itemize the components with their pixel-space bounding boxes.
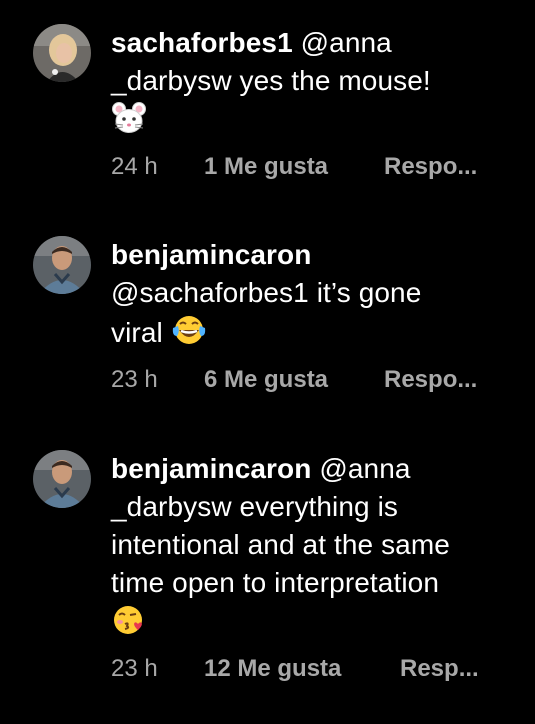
comment-meta: 23 h 6 Me gusta Respo... <box>111 363 521 397</box>
mention[interactable]: @anna <box>319 453 410 484</box>
tears-of-joy-icon <box>171 312 207 348</box>
comment-text: intentional and at the same <box>111 529 450 560</box>
comment-text: viral <box>111 317 163 348</box>
profile-photo-icon <box>33 236 91 294</box>
username[interactable]: benjamincaron <box>111 453 311 484</box>
avatar[interactable] <box>33 24 91 82</box>
comment-body: benjamincaron @sachaforbes1 it’s gone vi… <box>111 236 521 352</box>
avatar[interactable] <box>33 236 91 294</box>
avatar[interactable] <box>33 450 91 508</box>
comment-item: benjamincaron @anna _darbysw everything … <box>0 448 535 718</box>
mention[interactable]: @anna <box>301 27 392 58</box>
face-blowing-kiss-icon <box>111 602 147 638</box>
comment-body: benjamincaron @anna _darbysw everything … <box>111 450 521 642</box>
likes-button[interactable]: 12 Me gusta <box>204 652 341 686</box>
timestamp: 23 h <box>111 655 158 682</box>
likes-button[interactable]: 6 Me gusta <box>204 363 328 397</box>
profile-photo-icon <box>33 24 91 82</box>
comment-body: sachaforbes1 @anna _darbysw yes the mous… <box>111 24 521 140</box>
reply-button[interactable]: Resp... <box>400 652 479 686</box>
comment-meta: 24 h 1 Me gusta Respo... <box>111 150 521 184</box>
likes-button[interactable]: 1 Me gusta <box>204 150 328 184</box>
reply-button[interactable]: Respo... <box>384 363 477 397</box>
reply-button[interactable]: Respo... <box>384 150 477 184</box>
mouse-face-icon <box>111 100 147 136</box>
comment-text: @sachaforbes1 it’s gone <box>111 277 422 308</box>
username[interactable]: benjamincaron <box>111 236 521 274</box>
timestamp: 23 h <box>111 366 158 393</box>
username[interactable]: sachaforbes1 <box>111 27 293 58</box>
comment-text: _darbysw yes the mouse! <box>111 65 431 96</box>
comment-item: benjamincaron @sachaforbes1 it’s gone vi… <box>0 236 535 416</box>
timestamp: 24 h <box>111 153 158 180</box>
profile-photo-icon <box>33 450 91 508</box>
comment-text: time open to interpretation <box>111 567 440 598</box>
comment-item: sachaforbes1 @anna _darbysw yes the mous… <box>0 0 535 200</box>
comment-meta: 23 h 12 Me gusta Resp... <box>111 652 521 686</box>
comment-text: _darbysw everything is <box>111 491 398 522</box>
